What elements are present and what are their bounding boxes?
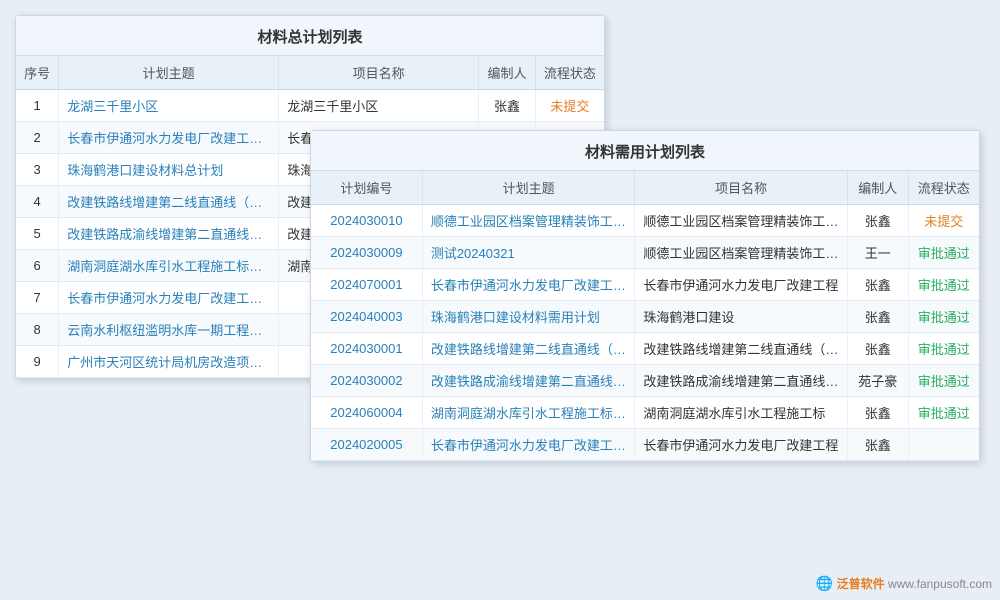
cell-topic[interactable]: 改建铁路线增建第二线直通线（成都... xyxy=(422,333,635,365)
col-header-project: 项目名称 xyxy=(279,56,479,90)
cell-project: 顺德工业园区档案管理精装饰工程（... xyxy=(635,205,848,237)
col-header-planno: 计划编号 xyxy=(311,171,422,205)
watermark-icon: 🌐 xyxy=(816,575,833,591)
cell-topic[interactable]: 龙湖三千里小区 xyxy=(59,90,279,122)
table-row[interactable]: 2024030010顺德工业园区档案管理精装饰工程（...顺德工业园区档案管理精… xyxy=(311,205,979,237)
watermark: 🌐 泛普软件 www.fanpusoft.com xyxy=(816,575,992,592)
col-header-status2: 流程状态 xyxy=(908,171,979,205)
panel-material-need: 材料需用计划列表 计划编号 计划主题 项目名称 编制人 流程状态 2024030… xyxy=(310,130,980,462)
cell-editor: 张鑫 xyxy=(847,333,908,365)
cell-topic[interactable]: 改建铁路线增建第二线直通线（成都-西安）... xyxy=(59,186,279,218)
cell-project: 长春市伊通河水力发电厂改建工程 xyxy=(635,429,848,461)
cell-seq: 9 xyxy=(16,346,59,378)
table-row[interactable]: 1龙湖三千里小区龙湖三千里小区张鑫未提交 xyxy=(16,90,604,122)
cell-planno[interactable]: 2024030001 xyxy=(311,333,422,365)
table-row[interactable]: 2024030009测试20240321顺德工业园区档案管理精装饰工程（...王… xyxy=(311,237,979,269)
cell-project: 改建铁路线增建第二线直通线（成都... xyxy=(635,333,848,365)
col-header-topic: 计划主题 xyxy=(59,56,279,90)
cell-planno[interactable]: 2024040003 xyxy=(311,301,422,333)
cell-planno[interactable]: 2024060004 xyxy=(311,397,422,429)
status-badge: 审批通过 xyxy=(908,365,979,397)
cell-project: 顺德工业园区档案管理精装饰工程（... xyxy=(635,237,848,269)
cell-editor: 张鑫 xyxy=(847,205,908,237)
watermark-url: www.fanpusoft.com xyxy=(888,577,992,591)
cell-topic[interactable]: 湖南洞庭湖水库引水工程施工标材... xyxy=(422,397,635,429)
cell-planno[interactable]: 2024030010 xyxy=(311,205,422,237)
cell-topic[interactable]: 长春市伊通河水力发电厂改建工程材... xyxy=(422,429,635,461)
table-row[interactable]: 2024040003珠海鹤港口建设材料需用计划珠海鹤港口建设张鑫审批通过 xyxy=(311,301,979,333)
cell-seq: 6 xyxy=(16,250,59,282)
table-row[interactable]: 2024060004湖南洞庭湖水库引水工程施工标材...湖南洞庭湖水库引水工程施… xyxy=(311,397,979,429)
col-header-topic2: 计划主题 xyxy=(422,171,635,205)
cell-seq: 5 xyxy=(16,218,59,250)
cell-editor: 苑子豪 xyxy=(847,365,908,397)
cell-editor: 王一 xyxy=(847,237,908,269)
cell-seq: 3 xyxy=(16,154,59,186)
cell-topic[interactable]: 改建铁路成渝线增建第二直通线（成... xyxy=(422,365,635,397)
cell-project: 长春市伊通河水力发电厂改建工程 xyxy=(635,269,848,301)
panel-title-1: 材料总计划列表 xyxy=(16,16,604,56)
cell-topic[interactable]: 云南水利枢纽滥明水库一期工程施工标材料... xyxy=(59,314,279,346)
cell-planno[interactable]: 2024070001 xyxy=(311,269,422,301)
cell-topic[interactable]: 珠海鹤港口建设材料需用计划 xyxy=(422,301,635,333)
table-row[interactable]: 2024030002改建铁路成渝线增建第二直通线（成...改建铁路成渝线增建第二… xyxy=(311,365,979,397)
cell-topic[interactable]: 改建铁路成渝线增建第二直通线（成渝枢纽... xyxy=(59,218,279,250)
table-header-row-2: 计划编号 计划主题 项目名称 编制人 流程状态 xyxy=(311,171,979,205)
status-badge: 审批通过 xyxy=(908,301,979,333)
col-header-status: 流程状态 xyxy=(535,56,604,90)
cell-editor: 张鑫 xyxy=(847,429,908,461)
col-header-editor2: 编制人 xyxy=(847,171,908,205)
cell-project: 龙湖三千里小区 xyxy=(279,90,479,122)
cell-editor: 张鑫 xyxy=(847,301,908,333)
cell-topic[interactable]: 广州市天河区统计局机房改造项目材料总计划 xyxy=(59,346,279,378)
status-badge: 审批通过 xyxy=(908,269,979,301)
cell-topic[interactable]: 长春市伊通河水力发电厂改建工程合同材料... xyxy=(59,122,279,154)
cell-editor: 张鑫 xyxy=(847,397,908,429)
table-header-row-1: 序号 计划主题 项目名称 编制人 流程状态 xyxy=(16,56,604,90)
cell-seq: 4 xyxy=(16,186,59,218)
status-badge: 审批通过 xyxy=(908,237,979,269)
status-badge: 审批通过 xyxy=(908,397,979,429)
cell-seq: 7 xyxy=(16,282,59,314)
status-badge: 审批通过 xyxy=(908,333,979,365)
col-header-seq: 序号 xyxy=(16,56,59,90)
cell-project: 湖南洞庭湖水库引水工程施工标 xyxy=(635,397,848,429)
cell-topic[interactable]: 长春市伊通河水力发电厂改建工程合... xyxy=(422,269,635,301)
table-row[interactable]: 2024020005长春市伊通河水力发电厂改建工程材...长春市伊通河水力发电厂… xyxy=(311,429,979,461)
cell-topic[interactable]: 珠海鹤港口建设材料总计划 xyxy=(59,154,279,186)
cell-planno[interactable]: 2024030009 xyxy=(311,237,422,269)
cell-editor: 张鑫 xyxy=(847,269,908,301)
cell-topic[interactable]: 长春市伊通河水力发电厂改建工程材料总计划 xyxy=(59,282,279,314)
cell-topic[interactable]: 湖南洞庭湖水库引水工程施工标材料总计划 xyxy=(59,250,279,282)
table-row[interactable]: 2024070001长春市伊通河水力发电厂改建工程合...长春市伊通河水力发电厂… xyxy=(311,269,979,301)
cell-topic[interactable]: 顺德工业园区档案管理精装饰工程（... xyxy=(422,205,635,237)
status-badge: 未提交 xyxy=(908,205,979,237)
status-badge xyxy=(908,429,979,461)
watermark-brand: 泛普软件 xyxy=(837,577,885,591)
cell-planno[interactable]: 2024030002 xyxy=(311,365,422,397)
cell-project: 改建铁路成渝线增建第二直通线（成... xyxy=(635,365,848,397)
cell-project: 珠海鹤港口建设 xyxy=(635,301,848,333)
panel-title-2: 材料需用计划列表 xyxy=(311,131,979,171)
col-header-editor: 编制人 xyxy=(479,56,536,90)
cell-planno[interactable]: 2024020005 xyxy=(311,429,422,461)
cell-editor: 张鑫 xyxy=(479,90,536,122)
table-row[interactable]: 2024030001改建铁路线增建第二线直通线（成都...改建铁路线增建第二线直… xyxy=(311,333,979,365)
cell-topic[interactable]: 测试20240321 xyxy=(422,237,635,269)
cell-seq: 8 xyxy=(16,314,59,346)
cell-seq: 1 xyxy=(16,90,59,122)
col-header-project2: 项目名称 xyxy=(635,171,848,205)
status-badge: 未提交 xyxy=(535,90,604,122)
cell-seq: 2 xyxy=(16,122,59,154)
